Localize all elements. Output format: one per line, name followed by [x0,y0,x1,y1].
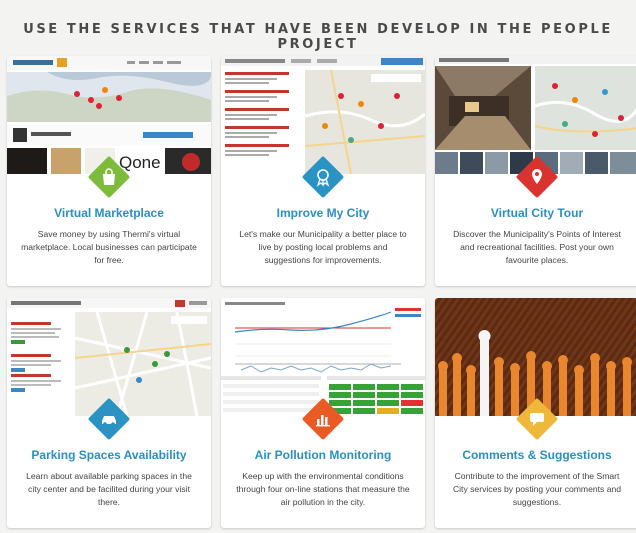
card-description: Save money by using Thermi's virtual mar… [21,229,197,265]
service-card-virtual-city-tour[interactable]: Virtual City Tour Discover the Municipal… [435,56,636,286]
bar-chart-icon [301,397,345,441]
map-pin-icon [515,155,559,199]
card-description: Learn about available parking spaces in … [26,471,192,507]
card-description: Contribute to the improvement of the Sma… [452,471,622,507]
card-description: Discover the Municipality's Points of In… [453,229,621,265]
card-title[interactable]: Virtual City Tour [435,206,636,220]
speech-bubble-icon [515,397,559,441]
card-description: Let's make our Municipality a better pla… [239,229,407,265]
award-ribbon-icon [301,155,345,199]
shopping-bag-icon [87,155,131,199]
card-title[interactable]: Air Pollution Monitoring [221,448,425,462]
service-card-air-pollution[interactable]: Air Pollution Monitoring Keep up with th… [221,298,425,528]
service-card-improve-my-city[interactable]: Improve My City Let's make our Municipal… [221,56,425,286]
card-description: Keep up with the environmental condition… [236,471,410,507]
service-card-parking-spaces[interactable]: Parking Spaces Availability Learn about … [7,298,211,528]
card-title[interactable]: Improve My City [221,206,425,220]
car-icon [87,397,131,441]
section-heading: USE THE SERVICES THAT HAVE BEEN DEVELOP … [23,22,613,52]
card-title[interactable]: Comments & Suggestions [435,448,636,462]
card-title[interactable]: Parking Spaces Availability [7,448,211,462]
service-card-comments-suggestions[interactable]: Comments & Suggestions Contribute to the… [435,298,636,528]
card-title[interactable]: Virtual Marketplace [7,206,211,220]
service-card-virtual-marketplace[interactable]: Qone Virtual Marketplace Save money by u… [7,56,211,286]
